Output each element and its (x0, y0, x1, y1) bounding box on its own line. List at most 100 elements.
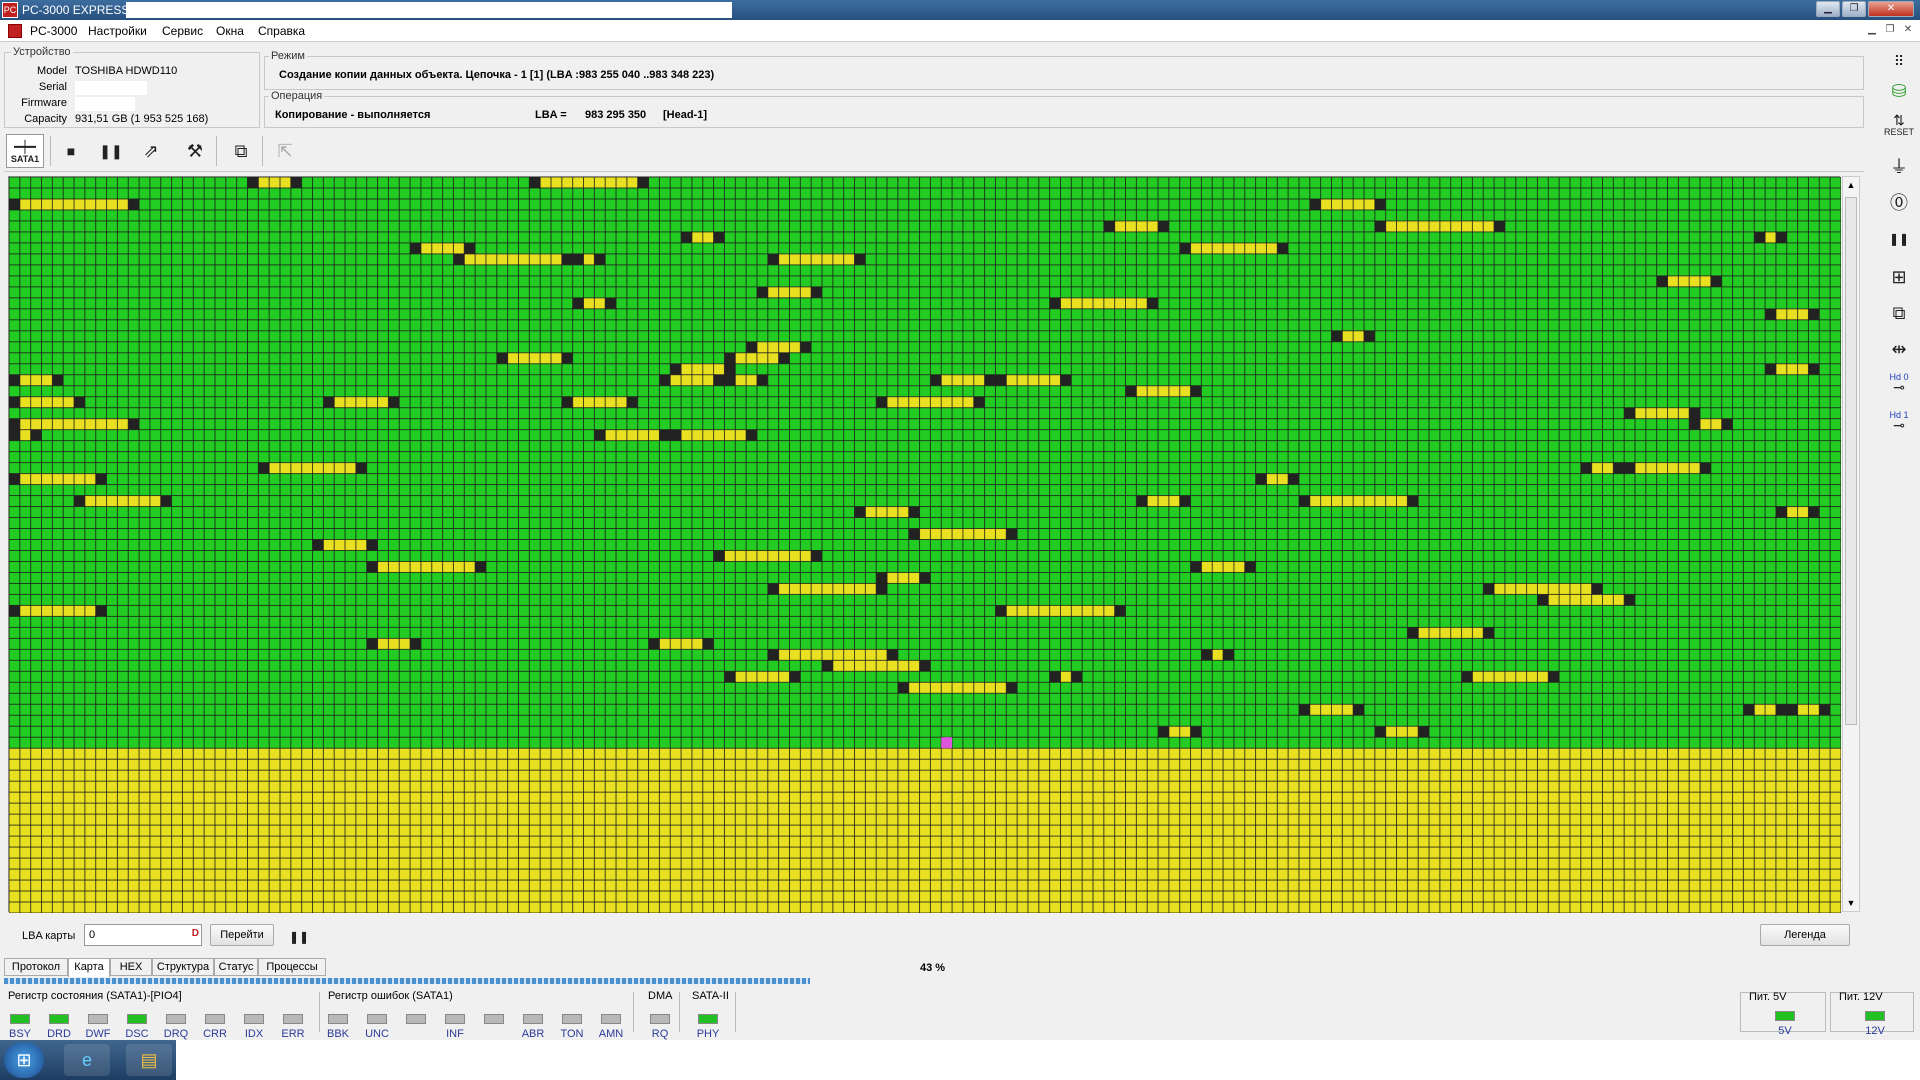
folder-icon[interactable]: ▤ (126, 1044, 172, 1076)
power-plug-icon[interactable]: ⏚ (1884, 152, 1914, 182)
device-panel: Устройство Model TOSHIBA HDWD110 Serial … (4, 46, 260, 128)
scroll-down-icon[interactable]: ▼ (1843, 895, 1859, 911)
menu-windows[interactable]: Окна (216, 24, 244, 38)
copy-close-icon[interactable]: ⧉ (1884, 298, 1914, 328)
mode-text: Создание копии данных объекта. Цепочка -… (279, 69, 715, 81)
progress-percent: 43 % (920, 962, 946, 974)
dma-group: DMA RQ (640, 990, 680, 1040)
legend-button[interactable]: Легенда (1760, 924, 1850, 946)
status-flag-led (127, 1014, 147, 1024)
connector-icon: ━┿━ (14, 140, 36, 154)
mdi-close-button[interactable]: ✕ (1900, 24, 1916, 38)
status-flag-label: DRQ (163, 1028, 189, 1040)
tab-status[interactable]: Статус (214, 958, 258, 976)
progress-bar (4, 978, 810, 984)
tab-hex[interactable]: HEX (110, 958, 152, 976)
register-panel: Регистр состояния (SATA1)-[PIO4] BSY DRD D… (0, 988, 1914, 1040)
browser-icon[interactable]: e (64, 1044, 110, 1076)
counter-icon[interactable]: ⓪ (1884, 188, 1914, 218)
status-flag-label: ERR (281, 1028, 305, 1040)
copy-icon[interactable]: ⧉ (224, 134, 258, 168)
power12-led (1865, 1011, 1885, 1021)
error-register-group: Регистр ошибок (SATA1) BBK UNC INF ABR TON AM… (322, 990, 634, 1040)
sector-map[interactable] (8, 176, 1841, 913)
error-flag-led (445, 1014, 465, 1024)
status-flag-label: IDX (244, 1028, 264, 1040)
error-flag-label: BBK (326, 1028, 349, 1040)
tab-map[interactable]: Карта (68, 958, 110, 977)
mdi-minimize-button[interactable]: ▁ (1864, 24, 1880, 38)
head1-button[interactable]: Hd 1 ⊸ (1884, 410, 1914, 440)
model-value: TOSHIBA HDWD110 (75, 65, 178, 77)
mdi-app-icon[interactable] (8, 24, 22, 38)
status-flag-label: DWF (85, 1028, 111, 1040)
menu-pc3000[interactable]: PC-3000 (30, 24, 77, 38)
status-flag-label: DRD (47, 1028, 71, 1040)
calculator-icon[interactable]: D (192, 928, 199, 939)
status-flag-led (10, 1014, 30, 1024)
head0-button[interactable]: Hd 0 ⊸ (1884, 372, 1914, 402)
sata-port-button[interactable]: ━┿━ SATA1 (6, 134, 44, 168)
operation-panel: Операция Копирование - выполняется LBA =… (264, 90, 1864, 128)
model-label: Model (37, 65, 67, 77)
menu-settings[interactable]: Настройки (88, 24, 147, 38)
error-flag-led (484, 1014, 504, 1024)
app-icon: PC (2, 2, 18, 18)
error-flag-label: ABR (521, 1028, 545, 1040)
taskbar-blank (176, 1040, 1920, 1080)
toolbar-separator (262, 136, 263, 166)
toolbar-separator (216, 136, 217, 166)
serial-value (75, 81, 147, 95)
close-button[interactable]: ✕ (1868, 1, 1914, 17)
start-button[interactable]: ⊞ (4, 1042, 44, 1078)
connector-icon[interactable]: ⇹ (1884, 334, 1914, 364)
restore-button[interactable]: ❐ (1842, 1, 1866, 17)
dma-rq-label: RQ (651, 1028, 669, 1040)
map-pause-icon[interactable]: ❚❚ (282, 920, 316, 954)
tab-protocol[interactable]: Протокол (4, 958, 68, 976)
status-flag-led (88, 1014, 108, 1024)
mode-legend: Режим (269, 50, 307, 62)
stop-icon[interactable]: ■ (54, 134, 88, 168)
dma-title: DMA (648, 990, 673, 1002)
head-value: [Head-1] (663, 109, 708, 121)
scroll-thumb[interactable] (1845, 197, 1857, 725)
pause-icon[interactable]: ❚❚ (1884, 224, 1914, 254)
status-flag-led (166, 1014, 186, 1024)
status-flag-label: BSY (8, 1028, 31, 1040)
lba-map-label: LBA карты (22, 930, 76, 942)
error-flag-led (406, 1014, 426, 1024)
map-scrollbar[interactable]: ▲ ▼ (1842, 176, 1860, 912)
dma-rq-led (650, 1014, 670, 1024)
menu-help[interactable]: Справка (258, 24, 305, 38)
tab-structure[interactable]: Структура (152, 958, 214, 976)
tab-processes[interactable]: Процессы (258, 958, 326, 976)
minimize-button[interactable]: ▁ (1816, 1, 1840, 17)
toolbar: ━┿━ SATA1 ■ ❚❚ ⇗ ⚒ ⧉ ⇱ (4, 130, 1864, 172)
database-icon[interactable]: ⛁ (1884, 76, 1914, 106)
export-icon[interactable]: ⇗ (134, 134, 168, 168)
device-legend: Устройство (11, 46, 73, 58)
lba-map-input[interactable]: 0 D (84, 924, 202, 946)
scroll-up-icon[interactable]: ▲ (1843, 177, 1859, 193)
error-flag-label: INF (446, 1028, 464, 1040)
mdi-restore-button[interactable]: ❐ (1882, 24, 1898, 38)
operation-legend: Операция (269, 90, 325, 102)
exit-icon[interactable]: ⇱ (268, 134, 302, 168)
power5-group: Пит. 5V 5V (1740, 991, 1826, 1037)
right-sidebar: ⠿ ⛁ ⇅ RESET ⏚ ⓪ ❚❚ ⊞ ⧉ ⇹ Hd 0 ⊸ Hd 1 ⊸ (1878, 42, 1920, 1044)
status-flag-led (244, 1014, 264, 1024)
menu-service[interactable]: Сервис (162, 24, 203, 38)
status-flag-label: CRR (203, 1028, 227, 1040)
status-flag-led (205, 1014, 225, 1024)
goto-button[interactable]: Перейти (210, 924, 274, 946)
sata-title: SATA-II (692, 990, 729, 1002)
module-icon[interactable]: ⊞ (1884, 262, 1914, 292)
pause-icon[interactable]: ❚❚ (94, 134, 128, 168)
sector-map-grid[interactable] (9, 177, 1841, 913)
grid-icon[interactable]: ⠿ (1884, 46, 1914, 76)
tools-icon[interactable]: ⚒ (178, 134, 212, 168)
lba-map-value: 0 (89, 929, 96, 941)
reset-button[interactable]: ⇅ RESET (1884, 113, 1914, 144)
status-flag-led (49, 1014, 69, 1024)
